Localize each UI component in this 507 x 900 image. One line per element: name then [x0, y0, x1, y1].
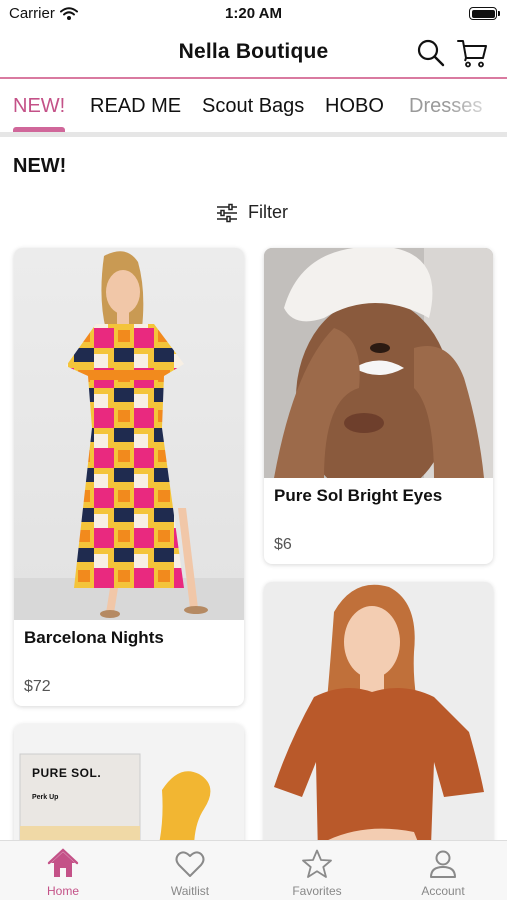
category-tabs: NEW! READ ME Scout Bags HOBO Dresses — [0, 81, 507, 137]
product-price: $6 — [274, 536, 292, 553]
product-image: PURE SOL. Perk Up — [14, 724, 244, 840]
nav-waitlist[interactable]: Waitlist — [127, 841, 253, 900]
product-grid: Barcelona Nights $72 Pure Sol Bright Eye… — [0, 240, 507, 840]
product-price: $72 — [24, 678, 51, 695]
product-card[interactable]: Barcelona Nights $72 — [14, 248, 244, 706]
cart-icon[interactable] — [456, 37, 488, 69]
product-card[interactable] — [264, 582, 493, 840]
product-image — [264, 582, 493, 840]
app-header: Nella Boutique — [0, 28, 507, 79]
product-card[interactable]: Pure Sol Bright Eyes $6 — [264, 248, 493, 564]
battery-icon — [469, 7, 500, 20]
search-icon[interactable] — [415, 37, 447, 69]
bottom-nav: Home Waitlist Favorites Account — [0, 840, 507, 900]
filter-label: Filter — [248, 202, 288, 222]
product-image — [264, 248, 493, 478]
tabs-fade — [447, 81, 507, 131]
tab-scout-bags[interactable]: Scout Bags — [202, 95, 304, 118]
nav-favorites[interactable]: Favorites — [254, 841, 380, 900]
product-name: Pure Sol Bright Eyes — [274, 486, 443, 505]
sliders-icon — [217, 203, 237, 222]
filter-button[interactable]: Filter — [216, 202, 288, 223]
nav-home-label: Home — [46, 884, 79, 898]
section-title: NEW! — [13, 155, 67, 177]
active-tab-indicator — [13, 127, 65, 132]
nav-favorites-label: Favorites — [292, 884, 342, 898]
tab-hobo[interactable]: HOBO — [325, 95, 384, 118]
product-image — [14, 248, 244, 620]
status-time: 1:20 AM — [225, 5, 282, 22]
heart-icon — [175, 851, 205, 877]
nav-account-label: Account — [421, 884, 465, 898]
user-icon — [430, 850, 456, 878]
tab-read-me[interactable]: READ ME — [90, 95, 181, 118]
package-brand-text: PURE SOL. — [32, 766, 102, 780]
tab-new[interactable]: NEW! — [13, 95, 65, 118]
product-card[interactable]: PURE SOL. Perk Up — [14, 724, 244, 840]
home-icon — [47, 848, 79, 877]
status-bar: Carrier 1:20 AM — [0, 0, 507, 28]
star-icon — [302, 849, 332, 878]
nav-account[interactable]: Account — [380, 841, 506, 900]
nav-waitlist-label: Waitlist — [170, 884, 210, 898]
product-name: Barcelona Nights — [24, 628, 164, 647]
nav-home[interactable]: Home — [0, 841, 126, 900]
package-line-text: Perk Up — [32, 794, 59, 801]
